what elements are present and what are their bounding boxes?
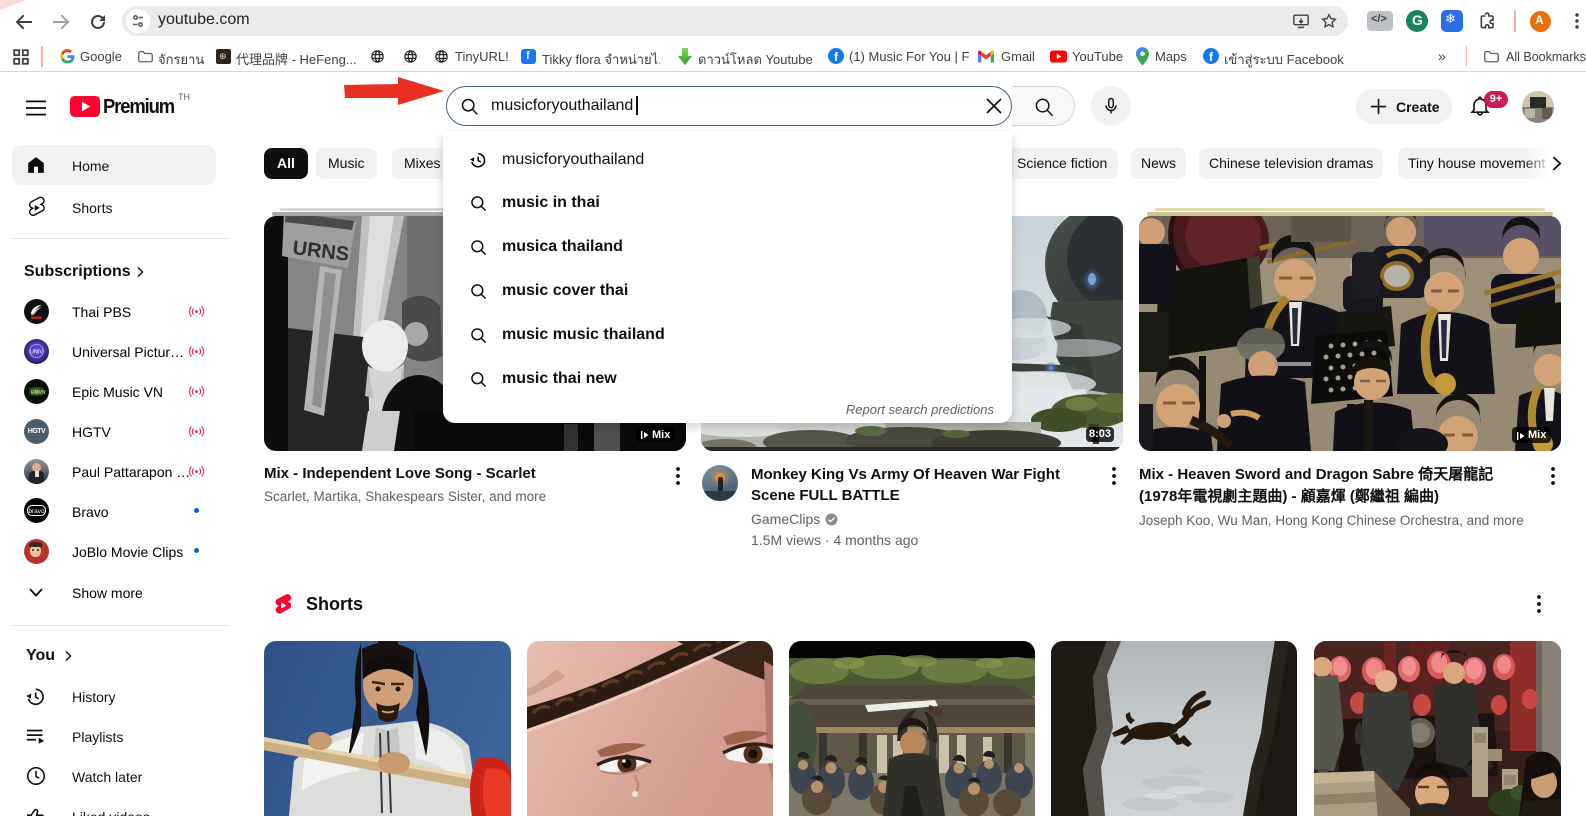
svg-text:UNIV: UNIV	[30, 350, 43, 356]
